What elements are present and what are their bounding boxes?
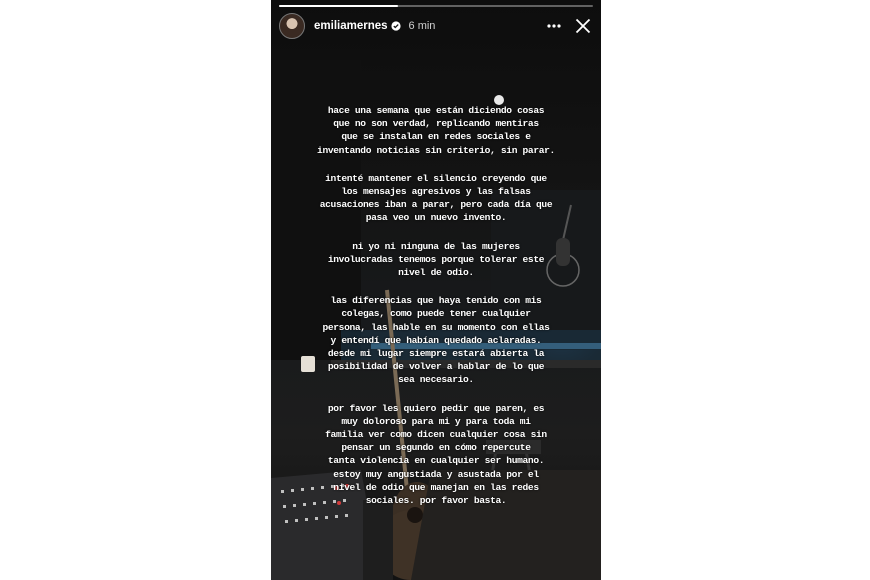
- story-header: emiliamernes 6 min: [279, 12, 593, 40]
- story-progress-fill: [279, 5, 399, 7]
- story-paragraph: hace una semana que están diciendo cosas…: [317, 105, 555, 156]
- story-viewer[interactable]: emiliamernes 6 min hace una semana que e…: [271, 0, 601, 580]
- story-paragraph: por favor les quiero pedir que paren, es…: [325, 402, 547, 507]
- username[interactable]: emiliamernes: [314, 20, 388, 32]
- more-horizontal-icon[interactable]: [547, 24, 561, 28]
- close-icon[interactable]: [575, 18, 591, 34]
- story-paragraph: intenté mantener el silencio creyendo qu…: [319, 172, 553, 224]
- story-progress-bar: [279, 5, 593, 7]
- story-paragraph: ni yo ni ninguna de las mujeres involucr…: [327, 240, 545, 279]
- story-paragraph: las diferencias que haya tenido con mis …: [322, 295, 550, 386]
- story-text-overlay: hace una semana que están diciendo cosas…: [291, 104, 581, 522]
- avatar[interactable]: [279, 13, 305, 39]
- verified-badge-icon: [390, 21, 401, 31]
- story-timestamp: 6 min: [408, 20, 436, 32]
